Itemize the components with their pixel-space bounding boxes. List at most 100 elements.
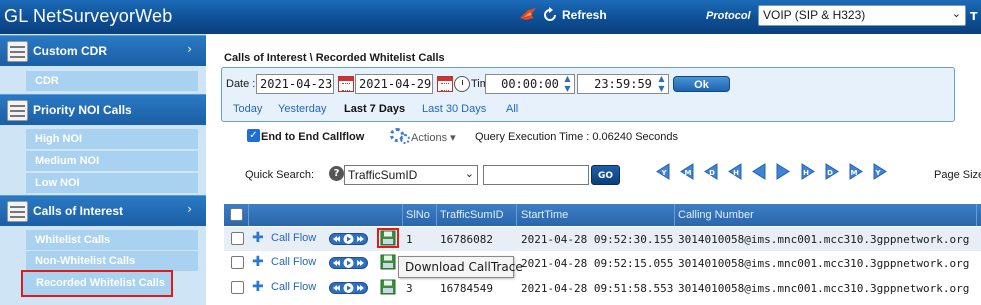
download-calltrace-button[interactable]	[377, 228, 399, 248]
cell-start-time: 2021-04-28 09:52:30.155	[521, 233, 674, 246]
sidebar-section-label: Priority NOI Calls	[33, 103, 132, 117]
protocol-select[interactable]: VOIP (SIP & H323) ⌄	[758, 5, 966, 26]
download-calltrace-button[interactable]	[380, 279, 396, 295]
help-icon[interactable]: ?	[329, 166, 344, 181]
range-yesterday-link[interactable]: Yesterday	[278, 103, 327, 115]
sidebar-section-priority-noi[interactable]: Priority NOI Calls	[0, 94, 206, 125]
actions-label: Actions ▾	[411, 132, 456, 144]
calendar-icon[interactable]	[437, 76, 453, 92]
nav-forward-y-button[interactable]: Y	[872, 162, 888, 181]
column-header-start-time[interactable]: StartTime	[521, 209, 568, 221]
time-to-stepper[interactable]: ▲ ▼	[656, 74, 667, 94]
svg-text:D: D	[827, 169, 833, 177]
gear-icon	[400, 134, 410, 144]
table-row[interactable]: ✚Call Flow22021-04-28 09:52:15.055301401…	[224, 251, 981, 275]
cell-calling-number: 3014010058@ims.mnc001.mcc310.3gppnetwork…	[678, 233, 970, 246]
calendar-icon[interactable]	[338, 76, 354, 92]
nav-back-d-button[interactable]: D	[703, 162, 719, 181]
page-size-label: Page Size	[934, 169, 981, 181]
sidebar-item-recorded-whitelist-calls[interactable]: Recorded Whitelist Calls	[21, 270, 173, 297]
sidebar-item-whitelist-calls[interactable]: Whitelist Calls	[26, 230, 198, 250]
refresh-label: Refresh	[562, 8, 607, 22]
chevron-down-icon: ⌄	[464, 168, 474, 180]
bird-logo-icon	[520, 8, 536, 20]
sidebar-item-label: Whitelist Calls	[35, 234, 111, 246]
playback-controls-icon[interactable]	[329, 281, 368, 295]
select-all-checkbox[interactable]	[230, 208, 243, 221]
protocol-value: VOIP (SIP & H323)	[763, 8, 866, 22]
nav-back-y-button[interactable]: Y	[655, 162, 671, 181]
column-header-slno[interactable]: SlNo	[406, 209, 430, 221]
cell-slno: 1	[406, 233, 413, 246]
header-truncated-label: T	[970, 10, 978, 23]
sidebar-item-non-whitelist-calls[interactable]: Non-Whitelist Calls	[26, 251, 198, 271]
cell-calling-number: 3014010058@ims.mnc001.mcc310.3gppnetwork…	[678, 257, 970, 270]
sidebar-section-custom-cdr[interactable]: Custom CDR ›	[0, 35, 206, 66]
column-header-calling-number[interactable]: Calling Number	[678, 209, 754, 221]
table-icon	[7, 201, 28, 222]
call-flow-link[interactable]: Call Flow	[271, 281, 316, 293]
svg-text:D: D	[709, 169, 715, 177]
quick-search-label: Quick Search:	[245, 169, 315, 181]
row-checkbox[interactable]	[231, 232, 244, 245]
playback-controls-icon[interactable]	[329, 232, 368, 246]
table-row[interactable]: ✚ Call Flow 3 16784549 2021-04-28 09:51:58.5…	[224, 276, 981, 300]
ok-button[interactable]: Ok	[673, 76, 730, 92]
nav-next-button[interactable]	[775, 162, 791, 181]
date-label: Date :	[226, 78, 256, 90]
quick-search-field-value: TrafficSumID	[348, 168, 418, 182]
expand-plus-icon[interactable]: ✚	[252, 254, 264, 270]
nav-previous-button[interactable]	[751, 162, 767, 181]
nav-back-h-button[interactable]: H	[727, 162, 743, 181]
chevron-down-icon: ⌄	[951, 8, 961, 20]
range-today-link[interactable]: Today	[233, 103, 262, 115]
time-from-stepper[interactable]: ▲ ▼	[562, 74, 573, 94]
table-header: SlNo TrafficSumID StartTime Calling Numb…	[224, 204, 981, 226]
expand-plus-icon[interactable]: ✚	[252, 279, 264, 295]
table-icon	[7, 100, 28, 121]
playback-controls-icon[interactable]	[329, 256, 368, 270]
download-calltrace-button[interactable]	[380, 254, 396, 270]
end-to-end-label: End to End Callflow	[261, 131, 365, 143]
protocol-label: Protocol	[706, 10, 751, 22]
query-execution-time: Query Execution Time : 0.06240 Seconds	[475, 131, 679, 143]
row-checkbox[interactable]	[231, 281, 244, 294]
cell-start-time: 2021-04-28 09:51:58.553	[521, 282, 674, 295]
range-last-30-days-link[interactable]: Last 30 Days	[422, 103, 486, 115]
sidebar-item-high-noi[interactable]: High NOI	[26, 129, 198, 149]
go-button[interactable]: GO	[591, 165, 620, 185]
nav-forward-d-button[interactable]: D	[824, 162, 840, 181]
call-flow-link[interactable]: Call Flow	[271, 256, 316, 268]
sidebar-item-medium-noi[interactable]: Medium NOI	[26, 151, 198, 171]
table-row[interactable]: ✚ Call Flow 1 16786082 2021-04-28 09:52:30.1…	[224, 227, 981, 251]
call-flow-link[interactable]: Call Flow	[271, 232, 316, 244]
refresh-button[interactable]: Refresh	[518, 6, 607, 24]
date-to-input[interactable]: 2021-04-29	[355, 74, 433, 94]
range-all-link[interactable]: All	[506, 103, 518, 115]
column-header-traffic-sum-id[interactable]: TrafficSumID	[440, 209, 504, 221]
svg-text:M: M	[851, 169, 858, 177]
sidebar-item-label: High NOI	[35, 133, 83, 145]
sidebar-section-calls-of-interest[interactable]: Calls of Interest ›	[0, 195, 206, 226]
save-disk-icon	[380, 279, 396, 295]
row-checkbox[interactable]	[231, 256, 244, 269]
expand-plus-icon[interactable]: ✚	[252, 230, 264, 246]
date-from-input[interactable]: 2021-04-23	[256, 74, 334, 94]
quick-search-field-select[interactable]: TrafficSumID ⌄	[344, 165, 478, 185]
end-to-end-checkbox[interactable]: ✓	[247, 129, 260, 142]
nav-forward-h-button[interactable]: H	[800, 162, 816, 181]
sidebar-item-cdr[interactable]: CDR	[26, 71, 198, 91]
cell-calling-number: 3014010058@ims.mnc001.mcc310.3gppnetwork…	[678, 282, 970, 295]
sidebar-item-label: Non-Whitelist Calls	[35, 255, 136, 267]
nav-back-m-button[interactable]: M	[679, 162, 695, 181]
app-header: GL NetSurveyorWeb Refresh Protocol VOIP …	[0, 0, 981, 34]
svg-text:Y: Y	[660, 169, 667, 177]
sidebar-item-label: Medium NOI	[35, 155, 100, 167]
range-last-7-days-link[interactable]: Last 7 Days	[344, 103, 405, 115]
nav-forward-m-button[interactable]: M	[848, 162, 864, 181]
svg-text:H: H	[803, 169, 809, 177]
table-icon	[7, 41, 28, 62]
refresh-icon	[544, 7, 556, 21]
quick-search-input[interactable]	[483, 165, 589, 185]
sidebar-item-low-noi[interactable]: Low NOI	[26, 173, 198, 193]
